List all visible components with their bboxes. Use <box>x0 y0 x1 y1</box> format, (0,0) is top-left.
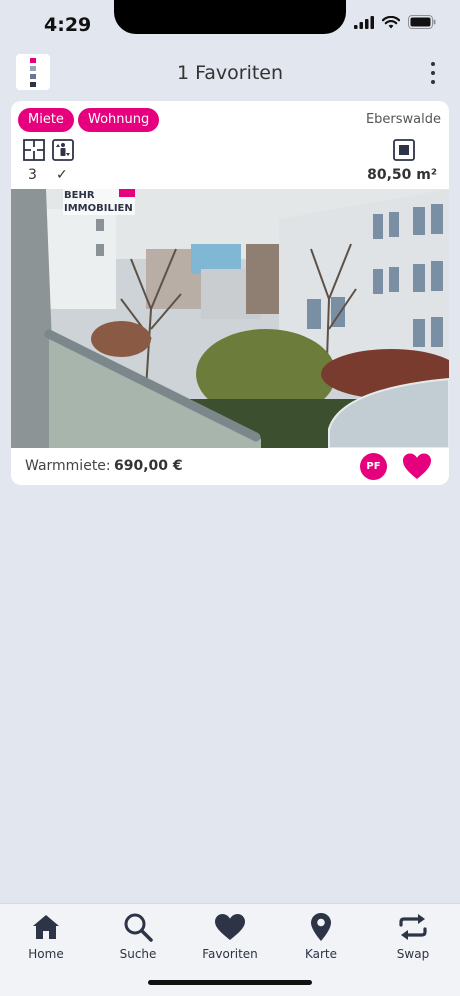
area-value: 80,50 m² <box>367 167 437 183</box>
rooms-value: 3 <box>28 167 37 183</box>
app-header: 1 Favoriten <box>0 48 460 100</box>
square-icon <box>393 139 415 161</box>
tab-map[interactable]: Karte <box>281 912 361 961</box>
search-icon <box>124 913 153 942</box>
tag-rent: Miete <box>18 108 74 132</box>
home-indicator[interactable] <box>148 980 312 985</box>
photo-illustration: BEHR IMMOBILIEN <box>11 189 449 448</box>
listing-city: Eberswalde <box>365 112 441 127</box>
svg-text:IMMOBILIEN: IMMOBILIEN <box>64 203 133 214</box>
tab-home[interactable]: Home <box>6 912 86 961</box>
tab-swap-label: Swap <box>396 947 430 961</box>
tab-search-label: Suche <box>119 947 157 961</box>
floorplan-icon <box>23 139 45 161</box>
signal-icon <box>354 15 374 29</box>
price-label: Warmmiete: <box>25 458 111 474</box>
status-bar: 4:29 <box>0 0 460 48</box>
wifi-icon <box>382 15 400 28</box>
status-time: 4:29 <box>44 14 92 36</box>
agent-badge[interactable]: PF <box>360 453 387 480</box>
listing-card[interactable]: Miete Wohnung Eberswalde 3 ✓ 80,50 m² BE… <box>11 101 449 485</box>
tab-favorites-label: Favoriten <box>202 947 258 961</box>
swap-icon <box>399 914 427 940</box>
tab-home-label: Home <box>28 947 64 961</box>
tab-favorites[interactable]: Favoriten <box>190 912 270 961</box>
app-screen: 4:29 1 Favoriten Miete Wohnung Eberswald… <box>0 0 460 996</box>
device-notch <box>114 0 346 34</box>
elevator-value: ✓ <box>56 167 68 183</box>
tab-search[interactable]: Suche <box>98 912 178 961</box>
battery-icon <box>408 15 436 29</box>
property-photo[interactable]: BEHR IMMOBILIEN <box>11 189 449 448</box>
tab-map-label: Karte <box>304 947 338 961</box>
price-value: 690,00 € <box>114 458 183 474</box>
more-vertical-icon[interactable] <box>426 58 440 88</box>
elevator-icon <box>52 139 74 161</box>
tab-swap[interactable]: Swap <box>373 912 453 961</box>
page-title: 1 Favoriten <box>176 62 284 84</box>
map-pin-icon <box>311 913 331 941</box>
home-icon <box>33 915 59 939</box>
heart-icon <box>215 914 245 940</box>
svg-text:BEHR: BEHR <box>64 190 95 201</box>
favorite-heart-icon[interactable] <box>401 450 433 482</box>
tag-apartment: Wohnung <box>78 108 160 132</box>
